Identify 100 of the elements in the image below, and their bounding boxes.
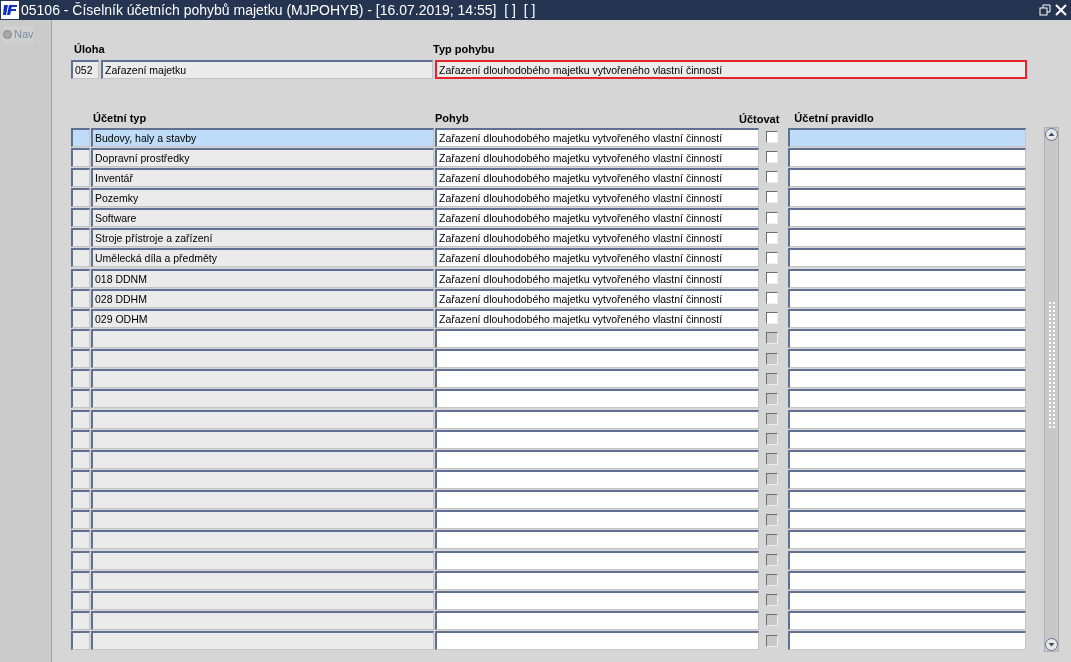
table-cell[interactable] xyxy=(435,328,759,348)
table-cell[interactable] xyxy=(91,510,434,530)
table-cell[interactable] xyxy=(435,510,759,530)
table-cell[interactable] xyxy=(788,550,1026,570)
table-cell[interactable]: Zařazení dlouhodobého majetku vytvořeného vlastní činností xyxy=(435,127,759,147)
table-cell[interactable] xyxy=(91,369,434,389)
table-cell[interactable]: Dopravní prostředky xyxy=(91,147,434,167)
table-cell[interactable] xyxy=(91,631,434,651)
table-cell[interactable] xyxy=(788,610,1026,630)
table-cell[interactable] xyxy=(435,349,759,369)
row-selector[interactable] xyxy=(71,268,90,288)
checkbox[interactable] xyxy=(766,292,778,305)
scroll-up-icon[interactable] xyxy=(1045,128,1059,141)
table-cell[interactable] xyxy=(788,208,1026,228)
table-cell[interactable] xyxy=(91,490,434,510)
table-cell[interactable]: Zařazení dlouhodobého majetku vytvořeného vlastní činností xyxy=(435,288,759,308)
row-selector[interactable] xyxy=(71,228,90,248)
table-cell[interactable] xyxy=(91,349,434,369)
row-selector[interactable] xyxy=(71,127,90,147)
table-cell[interactable]: Umělecká díla a předměty xyxy=(91,248,434,268)
checkbox[interactable] xyxy=(766,272,778,285)
input-field[interactable]: 052 xyxy=(71,60,99,79)
table-cell[interactable] xyxy=(91,449,434,469)
table-cell[interactable] xyxy=(788,530,1026,550)
table-cell[interactable]: 029 ODHM xyxy=(91,308,434,328)
table-cell[interactable] xyxy=(788,127,1026,147)
checkbox[interactable] xyxy=(766,211,778,224)
table-cell[interactable] xyxy=(91,429,434,449)
table-cell[interactable] xyxy=(788,449,1026,469)
table-cell[interactable]: Budovy, haly a stavby xyxy=(91,127,434,147)
row-selector[interactable] xyxy=(71,208,90,228)
table-cell[interactable] xyxy=(788,590,1026,610)
table-cell[interactable]: Inventář xyxy=(91,167,434,187)
table-cell[interactable] xyxy=(91,590,434,610)
table-cell[interactable] xyxy=(788,490,1026,510)
table-cell[interactable]: Pozemky xyxy=(91,188,434,207)
table-cell[interactable] xyxy=(788,328,1026,348)
table-cell[interactable] xyxy=(788,308,1026,328)
row-selector[interactable] xyxy=(71,147,90,167)
table-cell[interactable] xyxy=(788,510,1026,530)
table-cell[interactable]: Zařazení dlouhodobého majetku vytvořeného vlastní činností xyxy=(435,208,759,228)
row-selector[interactable] xyxy=(71,308,90,328)
table-cell[interactable]: Zařazení dlouhodobého majetku vytvořeného vlastní činností xyxy=(435,248,759,268)
table-cell[interactable] xyxy=(788,349,1026,369)
table-cell[interactable]: 028 DDHM xyxy=(91,288,434,308)
table-cell[interactable] xyxy=(435,369,759,389)
table-cell[interactable]: Zařazení dlouhodobého majetku vytvořeného vlastní činností xyxy=(435,167,759,187)
table-cell[interactable]: Zařazení dlouhodobého majetku vytvořeného vlastní činností xyxy=(435,188,759,207)
table-cell[interactable] xyxy=(91,530,434,550)
table-cell[interactable] xyxy=(788,188,1026,207)
table-cell[interactable] xyxy=(435,610,759,630)
table-cell[interactable] xyxy=(788,469,1026,489)
scroll-down-icon[interactable] xyxy=(1045,638,1059,651)
checkbox[interactable] xyxy=(766,191,778,204)
table-cell[interactable] xyxy=(435,570,759,590)
table-cell[interactable] xyxy=(91,570,434,590)
table-cell[interactable] xyxy=(91,550,434,570)
table-cell[interactable] xyxy=(788,570,1026,590)
table-cell[interactable] xyxy=(435,631,759,651)
table-cell[interactable] xyxy=(788,167,1026,187)
row-selector[interactable] xyxy=(71,188,90,207)
table-cell[interactable] xyxy=(91,469,434,489)
table-cell[interactable] xyxy=(435,550,759,570)
table-cell[interactable] xyxy=(788,389,1026,409)
table-cell[interactable] xyxy=(788,409,1026,429)
row-selector[interactable] xyxy=(71,288,90,308)
scrollbar[interactable] xyxy=(1044,127,1060,652)
table-cell[interactable] xyxy=(91,389,434,409)
table-cell[interactable] xyxy=(435,409,759,429)
table-cell[interactable]: Stroje přístroje a zařízení xyxy=(91,228,434,248)
checkbox[interactable] xyxy=(766,312,778,325)
table-cell[interactable]: Zařazení dlouhodobého majetku vytvořeného vlastní činností xyxy=(435,308,759,328)
input-field[interactable]: Zařazení dlouhodobého majetku vytvořeného vlastní činností xyxy=(435,60,1027,79)
table-cell[interactable] xyxy=(435,590,759,610)
row-selector[interactable] xyxy=(71,248,90,268)
checkbox[interactable] xyxy=(766,251,778,264)
table-cell[interactable]: Software xyxy=(91,208,434,228)
checkbox[interactable] xyxy=(766,171,778,184)
table-cell[interactable] xyxy=(788,288,1026,308)
table-cell[interactable] xyxy=(788,631,1026,651)
table-cell[interactable]: Zařazení dlouhodobého majetku vytvořeného vlastní činností xyxy=(435,268,759,288)
checkbox[interactable] xyxy=(766,131,778,144)
table-cell[interactable] xyxy=(435,469,759,489)
table-cell[interactable] xyxy=(435,530,759,550)
table-cell[interactable] xyxy=(788,429,1026,449)
table-cell[interactable] xyxy=(788,228,1026,248)
table-cell[interactable] xyxy=(788,248,1026,268)
table-cell[interactable] xyxy=(91,610,434,630)
restore-icon[interactable] xyxy=(1039,4,1051,16)
table-cell[interactable] xyxy=(788,268,1026,288)
row-selector[interactable] xyxy=(71,167,90,187)
table-cell[interactable] xyxy=(435,449,759,469)
table-cell[interactable]: Zařazení dlouhodobého majetku vytvořeného vlastní činností xyxy=(435,147,759,167)
table-cell[interactable] xyxy=(435,429,759,449)
table-cell[interactable] xyxy=(435,490,759,510)
table-cell[interactable] xyxy=(435,389,759,409)
table-cell[interactable] xyxy=(91,409,434,429)
table-cell[interactable]: Zařazení dlouhodobého majetku vytvořeného vlastní činností xyxy=(435,228,759,248)
table-cell[interactable] xyxy=(788,147,1026,167)
close-icon[interactable] xyxy=(1055,4,1067,16)
